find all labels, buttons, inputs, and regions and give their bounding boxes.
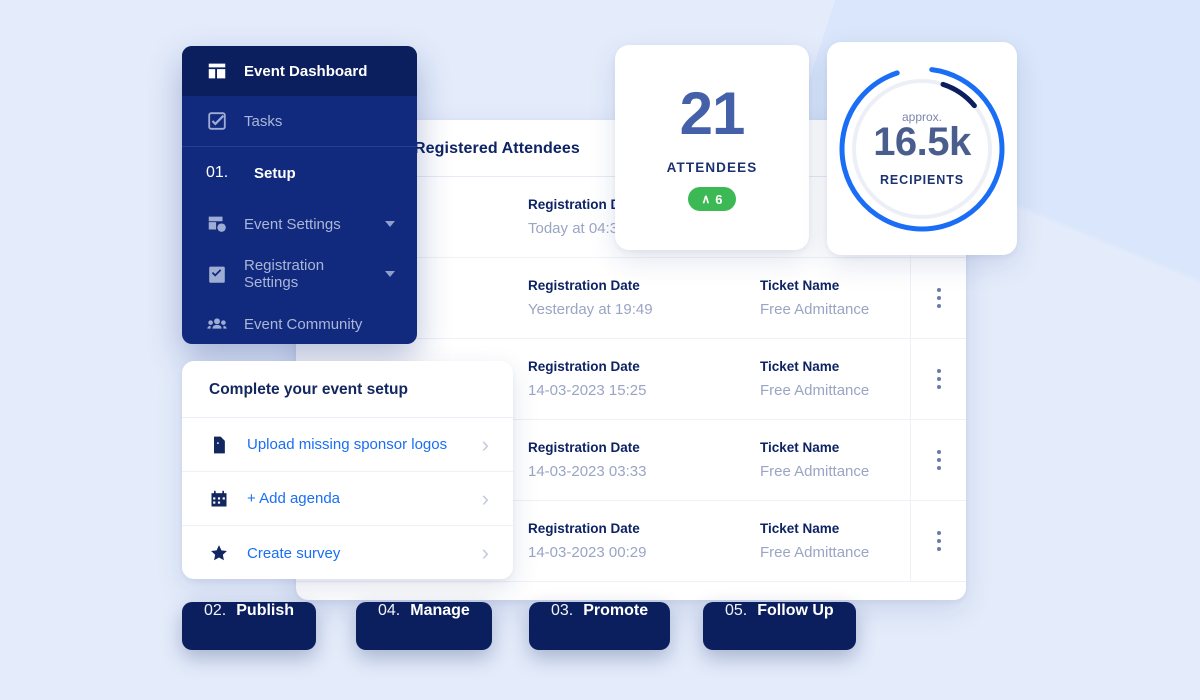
sidebar-item-registration-settings[interactable]: Registration Settings: [182, 249, 417, 299]
app-screenshot: Registered Attendees ANG Registration D …: [0, 0, 1200, 700]
image-file-icon: [209, 435, 229, 455]
sidebar-item-label: Event Dashboard: [244, 63, 417, 80]
sidebar-item-label: Event Community: [244, 316, 417, 333]
kebab-menu-icon: [937, 450, 941, 470]
registration-date-label: Registration Date: [528, 359, 760, 374]
trend-value: 6: [715, 192, 722, 207]
registration-settings-icon: [206, 263, 228, 285]
step-button-promote[interactable]: 03. Promote: [529, 602, 670, 650]
setup-card-title: Complete your event setup: [182, 361, 513, 399]
step-number: 04.: [378, 602, 400, 620]
sidebar-item-event-settings[interactable]: Event Settings: [182, 199, 417, 249]
sidebar-item-event-dashboard[interactable]: Event Dashboard: [182, 46, 417, 96]
step-number: 05.: [725, 602, 747, 620]
ticket-name-cell: Ticket Name Free Admittance: [760, 521, 910, 561]
row-menu-button[interactable]: [910, 339, 966, 419]
ticket-name-cell: Ticket Name Free Admittance: [760, 278, 910, 318]
chevron-right-icon: ›: [482, 488, 489, 510]
ticket-name-label: Ticket Name: [760, 440, 910, 455]
sidebar-nav: Event Dashboard Tasks 01. Setup: [182, 46, 417, 344]
kebab-menu-icon: [937, 369, 941, 389]
registration-date-cell: Registration Date 14-03-2023 03:33: [528, 440, 760, 480]
sidebar-item-label: Event Settings: [244, 216, 369, 233]
row-menu-button[interactable]: [910, 258, 966, 338]
star-icon: [209, 543, 229, 563]
sidebar-step-number: 01.: [206, 164, 238, 182]
attendees-caption: ATTENDEES: [667, 160, 758, 175]
setup-item-create-survey[interactable]: Create survey ›: [182, 526, 513, 579]
registration-date-label: Registration Date: [528, 521, 760, 536]
step-button-manage[interactable]: 04. Manage: [356, 602, 492, 650]
sidebar-item-event-community[interactable]: Event Community: [182, 299, 417, 344]
setup-item-label: Upload missing sponsor logos: [247, 436, 482, 453]
registration-date-cell: Registration Date 14-03-2023 00:29: [528, 521, 760, 561]
row-menu-button[interactable]: [910, 501, 966, 581]
ticket-name-cell: Ticket Name Free Admittance: [760, 359, 910, 399]
step-button-publish[interactable]: 02. Publish: [182, 602, 316, 650]
registration-date-cell: Registration Date Yesterday at 19:49: [528, 278, 760, 318]
chevron-right-icon: ›: [482, 542, 489, 564]
setup-item-upload-sponsor-logos[interactable]: Upload missing sponsor logos ›: [182, 418, 513, 472]
see-all-row: See all registered attendees ›: [296, 582, 966, 600]
ticket-name-label: Ticket Name: [760, 359, 910, 374]
calendar-icon: [209, 489, 229, 509]
recipients-donut-chart: approx. 16.5k RECIPIENTS: [836, 63, 1008, 235]
sidebar-item-label: Registration Settings: [244, 257, 369, 291]
chevron-down-icon[interactable]: [385, 271, 395, 277]
ticket-name-value: Free Admittance: [760, 301, 910, 318]
complete-event-setup-card: Complete your event setup Upload missing…: [182, 361, 513, 579]
step-number: 02.: [204, 602, 226, 620]
registration-date-value: 14-03-2023 03:33: [528, 463, 760, 480]
registration-date-value: Yesterday at 19:49: [528, 301, 760, 318]
recipients-caption: RECIPIENTS: [880, 173, 964, 187]
registration-date-cell: Registration Date 14-03-2023 15:25: [528, 359, 760, 399]
step-number: 03.: [551, 602, 573, 620]
row-menu-button[interactable]: [910, 420, 966, 500]
checklist-icon: [206, 110, 228, 132]
sidebar-item-setup[interactable]: 01. Setup: [182, 147, 417, 199]
registration-date-value: 14-03-2023 00:29: [528, 544, 760, 561]
setup-item-label: Create survey: [247, 545, 482, 562]
registration-date-label: Registration Date: [528, 278, 760, 293]
step-label: Manage: [410, 602, 470, 620]
chevron-down-icon[interactable]: [385, 221, 395, 227]
ticket-name-value: Free Admittance: [760, 463, 910, 480]
kebab-menu-icon: [937, 531, 941, 551]
attendees-count: 21: [680, 84, 745, 144]
trend-up-icon: ∧: [701, 192, 710, 206]
ticket-name-value: Free Admittance: [760, 544, 910, 561]
dashboard-icon: [206, 60, 228, 82]
step-label: Promote: [583, 602, 648, 620]
registration-date-value: 14-03-2023 15:25: [528, 382, 760, 399]
setup-item-add-agenda[interactable]: + Add agenda ›: [182, 472, 513, 526]
recipients-stat-card: approx. 16.5k RECIPIENTS: [827, 42, 1017, 255]
event-settings-icon: [206, 213, 228, 235]
ticket-name-value: Free Admittance: [760, 382, 910, 399]
setup-item-label: + Add agenda: [247, 490, 482, 507]
attendees-stat-card: 21 ATTENDEES ∧ 6: [615, 45, 809, 250]
chevron-right-icon: ›: [482, 434, 489, 456]
step-button-follow-up[interactable]: 05. Follow Up: [703, 602, 856, 650]
ticket-name-label: Ticket Name: [760, 278, 910, 293]
step-label: Follow Up: [757, 602, 833, 620]
donut-center-labels: approx. 16.5k RECIPIENTS: [836, 63, 1008, 235]
attendees-trend-badge: ∧ 6: [688, 187, 736, 211]
sidebar-item-label: Tasks: [244, 113, 417, 130]
ticket-name-cell: Ticket Name Free Admittance: [760, 440, 910, 480]
community-icon: [206, 313, 228, 335]
kebab-menu-icon: [937, 288, 941, 308]
recipients-count: 16.5k: [873, 120, 971, 165]
registration-date-label: Registration Date: [528, 440, 760, 455]
sidebar-item-label: Setup: [254, 165, 417, 182]
sidebar-item-tasks[interactable]: Tasks: [182, 96, 417, 146]
ticket-name-label: Ticket Name: [760, 521, 910, 536]
step-label: Publish: [236, 602, 294, 620]
